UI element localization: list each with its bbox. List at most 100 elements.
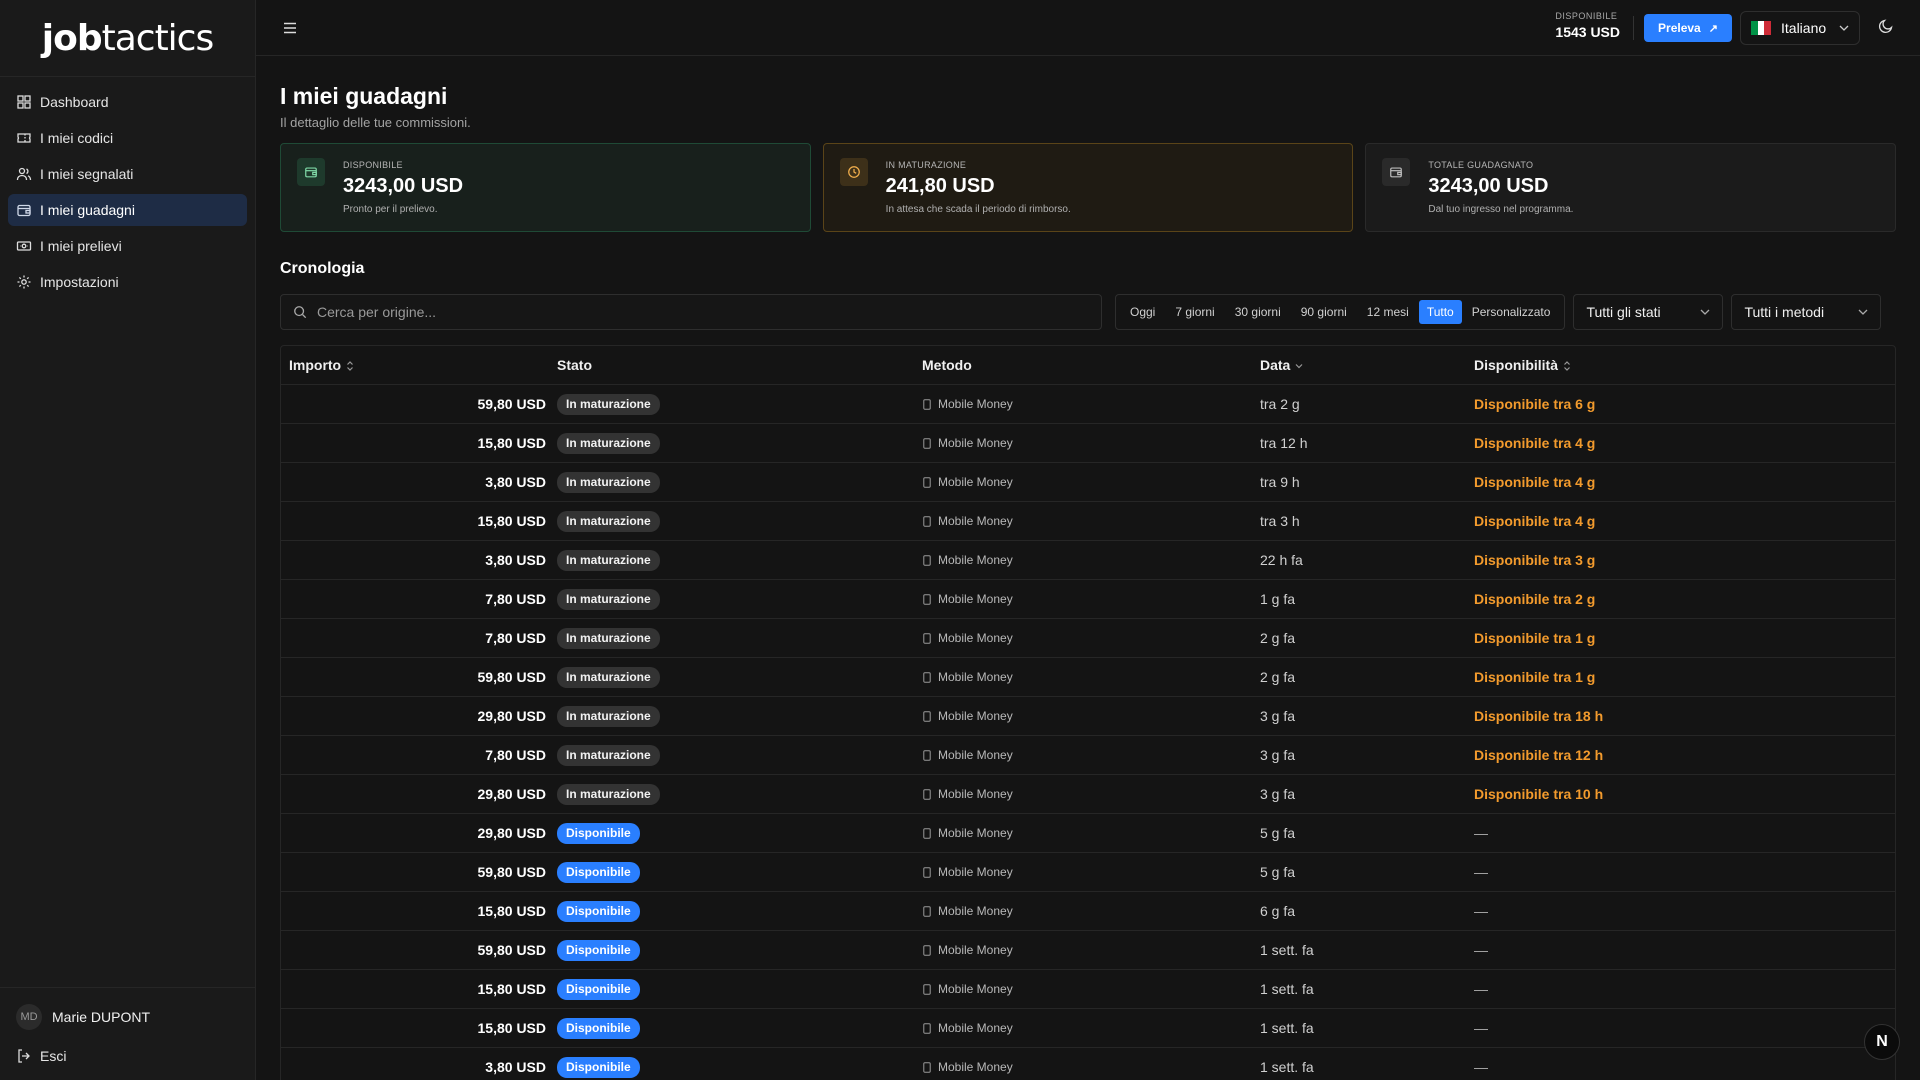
- withdraw-button[interactable]: Preleva ↗: [1644, 14, 1732, 42]
- sidebar-item-dashboard[interactable]: Dashboard: [8, 86, 247, 118]
- phone-icon: [923, 788, 931, 800]
- table-row[interactable]: 3,80 USD In maturazione Mobile Money tra 9 …: [281, 463, 1895, 502]
- floating-action-button[interactable]: N: [1864, 1024, 1900, 1060]
- method-label: Mobile Money: [938, 826, 1013, 840]
- status-filter-select[interactable]: Tutti gli stati: [1573, 294, 1724, 330]
- wallet-icon: [1382, 158, 1411, 186]
- table-row[interactable]: 15,80 USD In maturazione Mobile Money tra 3…: [281, 502, 1895, 541]
- status-badge: In maturazione: [557, 705, 660, 727]
- menu-toggle-button[interactable]: [280, 18, 300, 38]
- availability-cell: Disponibile tra 18 h: [1474, 708, 1604, 724]
- theme-toggle-button[interactable]: [1878, 18, 1898, 38]
- range-today[interactable]: Oggi: [1120, 300, 1165, 324]
- table-row[interactable]: 15,80 USD Disponibile Mobile Money 1 sett. …: [281, 1009, 1895, 1048]
- amount-cell: 15,80 USD: [477, 903, 546, 919]
- table-row[interactable]: 15,80 USD In maturazione Mobile Money tra 1…: [281, 424, 1895, 463]
- sidebar-item-referrals[interactable]: I miei segnalati: [8, 158, 247, 190]
- method-filter-value: Tutti i metodi: [1744, 304, 1825, 320]
- users-icon: [16, 167, 32, 181]
- availability-cell: —: [1474, 942, 1488, 958]
- column-amount[interactable]: Importo: [281, 357, 557, 373]
- sidebar-item-earnings[interactable]: I miei guadagni: [8, 194, 247, 226]
- range-7-days[interactable]: 7 giorni: [1165, 300, 1224, 324]
- table-row[interactable]: 59,80 USD In maturazione Mobile Money 2 g f…: [281, 658, 1895, 697]
- status-badge: In maturazione: [557, 783, 660, 805]
- sidebar-item-label: Dashboard: [40, 94, 109, 110]
- search-icon: [294, 306, 307, 319]
- status-cell: In maturazione: [557, 432, 922, 454]
- date-cell: 3 g fa: [1260, 747, 1296, 763]
- amount-cell: 15,80 USD: [477, 435, 546, 451]
- table-row[interactable]: 7,80 USD In maturazione Mobile Money 2 g fa…: [281, 619, 1895, 658]
- ticket-icon: [17, 133, 31, 143]
- sidebar-item-withdrawals[interactable]: I miei prelievi: [8, 230, 247, 262]
- table-row[interactable]: 59,80 USD Disponibile Mobile Money 1 sett. …: [281, 931, 1895, 970]
- range-90-days[interactable]: 90 giorni: [1291, 300, 1357, 324]
- status-badge: In maturazione: [557, 510, 660, 532]
- table-row[interactable]: 15,80 USD Disponibile Mobile Money 6 g fa —: [281, 892, 1895, 931]
- table-row[interactable]: 3,80 USD In maturazione Mobile Money 22 h f…: [281, 541, 1895, 580]
- sidebar-item-label: I miei guadagni: [40, 202, 135, 218]
- status-filter-value: Tutti gli stati: [1586, 304, 1661, 320]
- available-card: DISPONIBILE 3243,00 USD Pronto per il pr…: [280, 143, 811, 232]
- method-cell: Mobile Money: [922, 787, 1260, 801]
- table-row[interactable]: 59,80 USD In maturazione Mobile Money tra 2…: [281, 385, 1895, 424]
- column-method: Metodo: [922, 357, 972, 373]
- table-row[interactable]: 29,80 USD In maturazione Mobile Money 3 g f…: [281, 697, 1895, 736]
- card-note: Dal tuo ingresso nel programma.: [1428, 204, 1574, 215]
- table-row[interactable]: 29,80 USD Disponibile Mobile Money 5 g fa —: [281, 814, 1895, 853]
- method-label: Mobile Money: [938, 787, 1013, 801]
- phone-icon: [923, 632, 931, 644]
- maturing-card: IN MATURAZIONE 241,80 USD In attesa che …: [822, 143, 1354, 232]
- phone-icon: [923, 710, 931, 722]
- table-body: 59,80 USD In maturazione Mobile Money tra 2…: [281, 385, 1895, 1080]
- logout-button[interactable]: Esci: [16, 1044, 239, 1068]
- brand-logo[interactable]: jobtactics: [0, 0, 255, 77]
- availability-cell: —: [1474, 864, 1488, 880]
- range-30-days[interactable]: 30 giorni: [1225, 300, 1291, 324]
- status-badge: In maturazione: [557, 588, 660, 610]
- moon-icon: [1878, 19, 1893, 34]
- sidebar-item-codes[interactable]: I miei codici: [8, 122, 247, 154]
- status-badge: Disponibile: [557, 1017, 640, 1039]
- dashboard-icon: [17, 95, 31, 109]
- range-all[interactable]: Tutto: [1418, 300, 1462, 324]
- range-custom[interactable]: Personalizzato: [1462, 300, 1561, 324]
- amount-cell: 3,80 USD: [485, 552, 546, 568]
- date-cell: 1 g fa: [1260, 591, 1296, 607]
- language-selector[interactable]: Italiano: [1740, 11, 1860, 45]
- method-filter-select[interactable]: Tutti i metodi: [1731, 294, 1882, 330]
- sidebar-nav: Dashboard I miei codici I miei segnalati…: [0, 77, 255, 311]
- search-input[interactable]: [317, 304, 1017, 320]
- search-box: [280, 294, 1102, 330]
- amount-cell: 59,80 USD: [477, 396, 546, 412]
- table-row[interactable]: 7,80 USD In maturazione Mobile Money 3 g fa…: [281, 736, 1895, 775]
- withdraw-label: Preleva: [1658, 21, 1701, 35]
- date-range-tabs: Oggi 7 giorni 30 giorni 90 giorni 12 mes…: [1115, 294, 1566, 330]
- method-cell: Mobile Money: [922, 865, 1260, 879]
- user-profile[interactable]: MD Marie DUPONT: [16, 1004, 239, 1030]
- table-row[interactable]: 7,80 USD In maturazione Mobile Money 1 g fa…: [281, 580, 1895, 619]
- status-badge: Disponibile: [557, 978, 640, 1000]
- sort-desc-icon: [1295, 364, 1303, 369]
- status-cell: Disponibile: [557, 861, 922, 883]
- status-cell: In maturazione: [557, 510, 922, 532]
- status-cell: Disponibile: [557, 1017, 922, 1039]
- availability-cell: Disponibile tra 1 g: [1474, 669, 1596, 685]
- column-availability[interactable]: Disponibilità: [1474, 357, 1895, 373]
- availability-cell: Disponibile tra 6 g: [1474, 396, 1596, 412]
- sidebar-item-settings[interactable]: Impostazioni: [8, 266, 247, 298]
- table-row[interactable]: 15,80 USD Disponibile Mobile Money 1 sett. …: [281, 970, 1895, 1009]
- table-row[interactable]: 29,80 USD In maturazione Mobile Money 3 g f…: [281, 775, 1895, 814]
- status-cell: Disponibile: [557, 1056, 922, 1078]
- phone-icon: [923, 944, 931, 956]
- sidebar-item-label: Impostazioni: [40, 274, 119, 290]
- column-date[interactable]: Data: [1260, 357, 1474, 373]
- amount-cell: 7,80 USD: [485, 591, 546, 607]
- range-12-months[interactable]: 12 mesi: [1357, 300, 1419, 324]
- table-row[interactable]: 3,80 USD Disponibile Mobile Money 1 sett. f…: [281, 1048, 1895, 1080]
- status-badge: In maturazione: [557, 627, 660, 649]
- availability-cell: Disponibile tra 4 g: [1474, 474, 1596, 490]
- status-cell: In maturazione: [557, 627, 922, 649]
- table-row[interactable]: 59,80 USD Disponibile Mobile Money 5 g fa —: [281, 853, 1895, 892]
